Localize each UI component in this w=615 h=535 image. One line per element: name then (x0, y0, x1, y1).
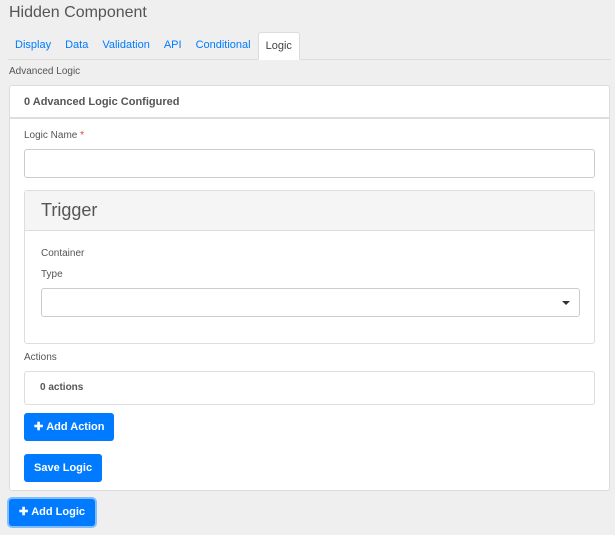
add-logic-button[interactable]: ✚ Add Logic (9, 499, 95, 526)
trigger-panel: Trigger Container Type (24, 190, 595, 344)
add-action-label: Add Action (46, 421, 105, 433)
tab-display[interactable]: Display (8, 32, 58, 59)
tab-conditional[interactable]: Conditional (189, 32, 258, 59)
container-label: Container (41, 248, 85, 259)
caret-down-icon[interactable] (562, 301, 570, 305)
tab-logic[interactable]: Logic (257, 32, 300, 60)
add-action-button[interactable]: ✚ Add Action (24, 413, 115, 441)
logic-name-label: Logic Name * (24, 130, 84, 141)
trigger-type-select[interactable] (41, 288, 580, 317)
component-title: Hidden Component (9, 4, 147, 21)
actions-label: Actions (24, 352, 57, 363)
add-logic-label: Add Logic (31, 506, 85, 518)
advanced-logic-label: Advanced Logic (9, 66, 81, 77)
tab-validation[interactable]: Validation (95, 32, 157, 59)
logic-name-label-text: Logic Name (24, 130, 78, 141)
tab-data[interactable]: Data (58, 32, 95, 59)
logic-count-header: 0 Advanced Logic Configured (10, 86, 609, 119)
save-logic-button[interactable]: Save Logic (24, 454, 103, 482)
required-marker: * (80, 130, 85, 141)
logic-name-input[interactable] (24, 149, 595, 178)
tab-api[interactable]: API (157, 32, 189, 59)
plus-icon: ✚ (19, 506, 29, 518)
type-label: Type (41, 269, 63, 280)
tab-bar: Display Data Validation API Conditional … (8, 32, 611, 60)
trigger-title: Trigger (25, 191, 594, 231)
actions-summary: 0 actions (24, 371, 595, 405)
plus-icon: ✚ (34, 421, 44, 433)
advanced-logic-card: 0 Advanced Logic Configured Logic Name *… (9, 85, 610, 491)
